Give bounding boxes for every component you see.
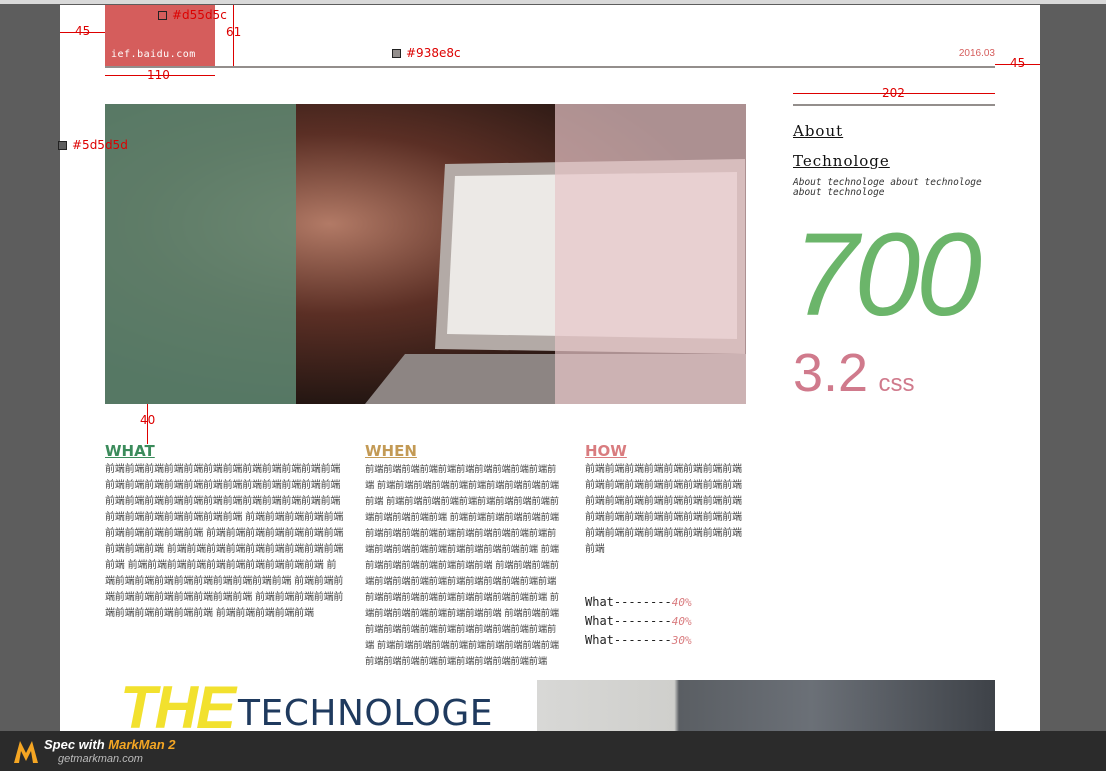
margin-left-line bbox=[60, 32, 105, 33]
column-body: 前端前端前端前端前端前端前端前端前端前端前端 前端前端前端前端前端前端前端前端前… bbox=[365, 464, 559, 667]
sidebar-width-line bbox=[793, 93, 995, 94]
version-unit: css bbox=[878, 370, 915, 397]
bottom-technologe: TECHNOLOGE bbox=[238, 693, 493, 734]
color-swatch bbox=[392, 49, 401, 58]
column-heading[interactable]: WHEN bbox=[365, 442, 561, 460]
logo-url: ief.baidu.com bbox=[111, 49, 196, 60]
logo-width-line bbox=[105, 75, 215, 76]
markman-footer: Spec with MarkMan 2 getmarkman.com bbox=[0, 731, 1106, 771]
color-label-bg: #5d5d5d bbox=[72, 138, 128, 152]
color-swatch bbox=[158, 11, 167, 20]
big-number: 700 bbox=[793, 209, 982, 341]
sidebar-rule bbox=[793, 104, 995, 106]
footer-site-link[interactable]: getmarkman.com bbox=[58, 753, 143, 765]
margin-left-label: 45 bbox=[75, 24, 91, 38]
footer-title: Spec with MarkMan 2 bbox=[44, 737, 176, 752]
column-heading[interactable]: WHAT bbox=[105, 442, 345, 460]
color-swatch bbox=[58, 141, 67, 150]
stat-row: What--------40% bbox=[585, 614, 692, 628]
design-canvas: ief.baidu.com 2016.03 About Technologe A… bbox=[60, 5, 1040, 735]
sidebar-title-line1: About bbox=[793, 122, 844, 140]
column-what: WHAT 前端前端前端前端前端前端前端前端前端前端前端前端前端前端前端前端前端前… bbox=[105, 442, 345, 622]
version-number: 3.2 bbox=[793, 343, 869, 403]
hero-image bbox=[105, 104, 746, 404]
stat-row: What--------30% bbox=[585, 633, 692, 647]
sidebar-title: About Technologe bbox=[793, 116, 995, 176]
version-text: 3.2 css bbox=[793, 342, 995, 404]
header-rule bbox=[105, 66, 995, 68]
margin-right-label: 45 bbox=[1010, 56, 1026, 70]
top-border bbox=[0, 0, 1106, 4]
bottom-the: THE bbox=[120, 674, 236, 735]
sidebar-title-line2: Technologe bbox=[793, 152, 890, 170]
column-body: 前端前端前端前端前端前端前端前端前端前端前端前端前端前端前端前端前端前端前端前端… bbox=[105, 464, 344, 619]
sidebar: About Technologe About technologe about … bbox=[793, 104, 995, 404]
color-label-rule: #938e8c bbox=[406, 46, 461, 60]
gap-line bbox=[147, 404, 148, 444]
logo-height-line bbox=[233, 5, 234, 66]
bottom-image bbox=[537, 680, 995, 735]
column-when: WHEN 前端前端前端前端前端前端前端前端前端前端前端 前端前端前端前端前端前端… bbox=[365, 442, 561, 670]
color-label-logo: #d55d5c bbox=[172, 8, 227, 22]
column-how: HOW 前端前端前端前端前端前端前端前端前端前端前端前端前端前端前端前端前端前端… bbox=[585, 442, 743, 558]
column-body: 前端前端前端前端前端前端前端前端前端前端前端前端前端前端前端前端前端前端前端前端… bbox=[585, 464, 742, 555]
markman-logo-icon bbox=[14, 741, 38, 763]
issue-date: 2016.03 bbox=[958, 48, 995, 59]
sidebar-subtitle: About technologe about technologe about … bbox=[793, 177, 982, 198]
margin-right-line bbox=[995, 64, 1040, 65]
stat-row: What--------40% bbox=[585, 595, 692, 609]
stats-list: What--------40% What--------40% What----… bbox=[585, 593, 692, 650]
column-heading[interactable]: HOW bbox=[585, 442, 743, 460]
